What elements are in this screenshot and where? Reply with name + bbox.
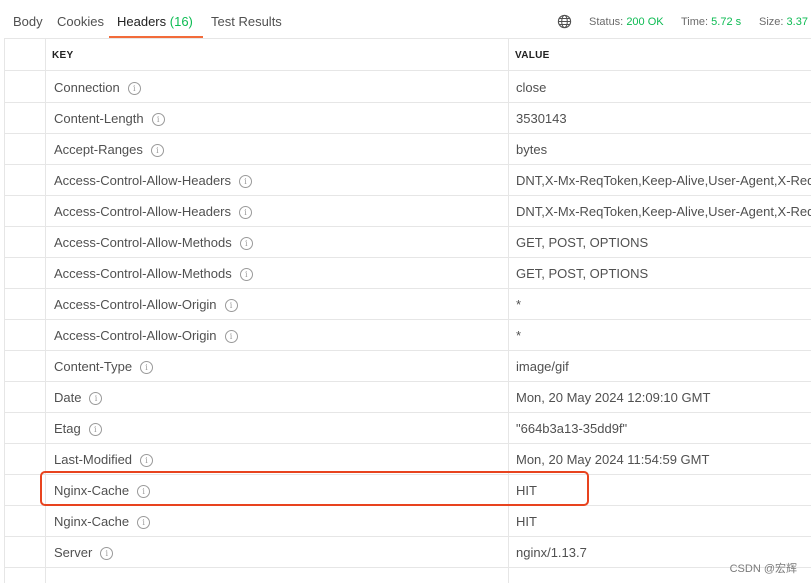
header-key-text: Access-Control-Allow-Origin (54, 328, 217, 343)
globe-icon[interactable] (557, 14, 572, 29)
header-value: * (516, 328, 522, 343)
info-icon[interactable]: i (88, 423, 102, 436)
value-column-header: VALUE (515, 50, 550, 61)
size-label: Size: (759, 16, 784, 28)
header-key: Date i (54, 390, 103, 405)
header-key-text: Content-Type (54, 359, 133, 374)
header-value: bytes (516, 142, 548, 157)
header-value: image/gif (516, 359, 569, 374)
table-row[interactable]: Accept-Ranges i bytes (5, 133, 811, 165)
header-key: Nginx-Cache i (54, 514, 151, 529)
headers-count-badge: (16) (169, 14, 193, 29)
header-key: Access-Control-Allow-Headers i (54, 204, 252, 219)
table-row[interactable]: Access-Control-Allow-Origin i * (5, 288, 811, 320)
header-value: close (516, 80, 547, 95)
table-row[interactable]: Access-Control-Allow-Origin i * (5, 319, 811, 351)
header-key: Access-Control-Allow-Origin i (54, 297, 238, 312)
header-value: GET, POST, OPTIONS (516, 235, 649, 250)
table-row[interactable]: Content-Type i image/gif (5, 350, 811, 382)
size-value: 3.37 (786, 16, 808, 28)
header-key: Last-Modified i (54, 452, 154, 467)
header-key-text: Nginx-Cache (54, 514, 130, 529)
status-readout: Status: 200 OK (589, 16, 664, 28)
header-value: "664b3a13-35dd9f" (516, 421, 628, 436)
status-value: 200 OK (626, 16, 664, 28)
header-key: Connection i (54, 80, 141, 95)
header-value: GET, POST, OPTIONS (516, 266, 649, 281)
header-value: nginx/1.13.7 (516, 545, 587, 560)
header-key: Content-Type i (54, 359, 154, 374)
table-row[interactable]: Access-Control-Allow-Headers i DNT,X-Mx-Re… (5, 164, 811, 196)
time-readout: Time: 5.72 s (681, 16, 741, 28)
tab-headers[interactable]: Headers (16) (117, 14, 193, 29)
table-row[interactable]: Content-Length i 3530143 (5, 102, 811, 134)
info-icon[interactable]: i (140, 454, 154, 467)
time-label: Time: (681, 16, 709, 28)
tab-cookies[interactable]: Cookies (57, 14, 104, 29)
info-icon[interactable]: i (137, 516, 151, 529)
header-key-text: Date (54, 390, 82, 405)
header-key: Access-Control-Allow-Methods i (54, 235, 253, 250)
time-value: 5.72 s (711, 16, 742, 28)
info-icon[interactable]: i (140, 361, 154, 374)
header-value: DNT,X-Mx-ReqToken,Keep-Alive,User-Agent,… (516, 173, 811, 188)
tab-body[interactable]: Body (13, 14, 43, 29)
header-value: HIT (516, 514, 537, 529)
info-icon[interactable]: i (127, 82, 141, 95)
header-key: Access-Control-Allow-Methods i (54, 266, 253, 281)
header-key-text: Server (54, 545, 93, 560)
info-icon[interactable]: i (239, 237, 253, 250)
header-key-text: Access-Control-Allow-Methods (54, 266, 232, 281)
table-row[interactable]: Date i Mon, 20 May 2024 12:09:10 GMT (5, 381, 811, 413)
header-key-text: Connection (54, 80, 120, 95)
header-value: * (516, 297, 522, 312)
info-icon[interactable]: i (224, 299, 238, 312)
info-icon[interactable]: i (239, 175, 252, 188)
key-column-header: KEY (52, 50, 74, 61)
header-key: Access-Control-Allow-Origin i (54, 328, 238, 343)
header-key: Server i (54, 545, 114, 560)
table-row[interactable]: Access-Control-Allow-Methods i GET, POST, … (5, 257, 811, 289)
header-key-text: Etag (54, 421, 81, 436)
info-icon[interactable]: i (239, 206, 252, 219)
table-row[interactable]: Access-Control-Allow-Headers i DNT,X-Mx-Re… (5, 195, 811, 227)
nginx-cache-highlight-box (40, 471, 589, 506)
tab-headers-label: Headers (117, 14, 167, 29)
header-value: Mon, 20 May 2024 12:09:10 GMT (516, 390, 711, 405)
header-key-text: Content-Length (54, 111, 144, 126)
size-readout: Size: 3.37 (759, 16, 808, 28)
header-key-text: Access-Control-Allow-Headers (54, 173, 231, 188)
info-icon[interactable]: i (151, 113, 165, 126)
response-tabs-bar: Body Cookies Headers (16) Test Results S… (0, 0, 811, 40)
header-key: Etag i (54, 421, 102, 436)
header-key-text: Access-Control-Allow-Origin (54, 297, 217, 312)
watermark: CSDN @宏辉 (729, 563, 797, 575)
header-value: Mon, 20 May 2024 11:54:59 GMT (516, 452, 710, 467)
header-key: Access-Control-Allow-Headers i (54, 173, 252, 188)
status-label: Status: (589, 16, 624, 28)
header-key-text: Access-Control-Allow-Headers (54, 204, 231, 219)
info-icon[interactable]: i (239, 268, 253, 281)
header-value: DNT,X-Mx-ReqToken,Keep-Alive,User-Agent,… (516, 204, 811, 219)
header-key-text: Accept-Ranges (54, 142, 143, 157)
table-row[interactable]: Server i nginx/1.13.7 (5, 536, 811, 568)
info-icon[interactable]: i (224, 330, 238, 343)
table-row[interactable]: Nginx-Cache i HIT (5, 505, 811, 537)
tab-test-results[interactable]: Test Results (211, 14, 282, 29)
table-row[interactable]: Access-Control-Allow-Methods i GET, POST, … (5, 226, 811, 258)
header-value: 3530143 (516, 111, 567, 126)
header-key-text: Access-Control-Allow-Methods (54, 235, 232, 250)
info-icon[interactable]: i (100, 547, 114, 560)
header-key: Accept-Ranges i (54, 142, 164, 157)
header-key-text: Last-Modified (54, 452, 133, 467)
info-icon[interactable]: i (150, 144, 164, 157)
table-header: KEY VALUE (5, 39, 811, 71)
table-row[interactable]: Etag i "664b3a13-35dd9f" (5, 412, 811, 444)
header-key: Content-Length i (54, 111, 165, 126)
table-row[interactable]: Connection i close (5, 71, 811, 103)
info-icon[interactable]: i (89, 392, 103, 405)
